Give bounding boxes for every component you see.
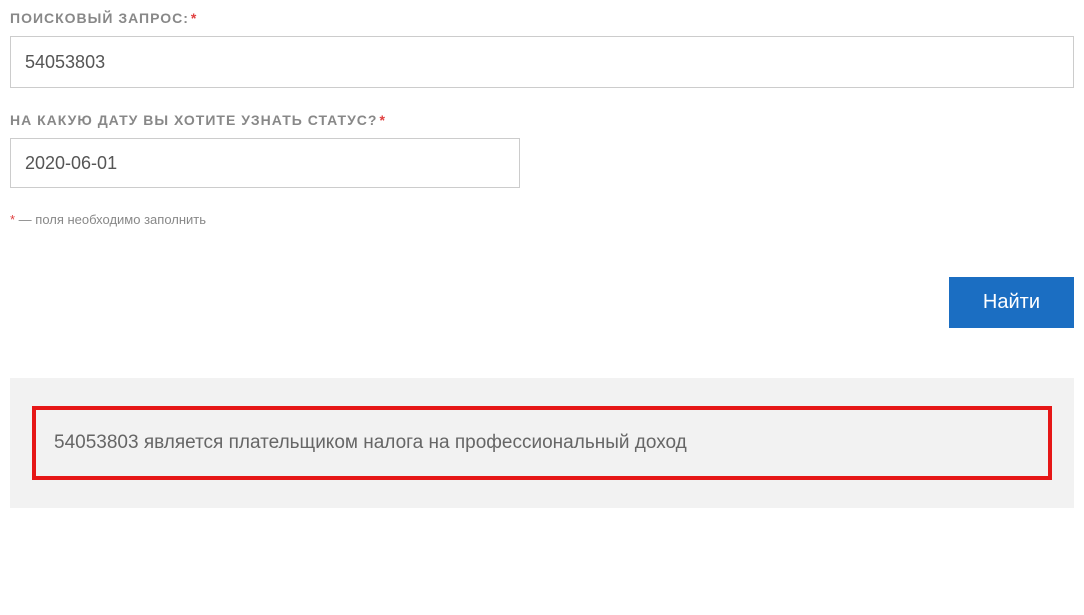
required-note: * — поля необходимо заполнить xyxy=(10,212,1074,227)
date-label-text: НА КАКУЮ ДАТУ ВЫ ХОТИТЕ УЗНАТЬ СТАТУС? xyxy=(10,112,377,128)
button-row: Найти xyxy=(10,277,1074,328)
result-highlight-box: 54053803 является плательщиком налога на… xyxy=(32,406,1052,480)
date-group: НА КАКУЮ ДАТУ ВЫ ХОТИТЕ УЗНАТЬ СТАТУС?* xyxy=(10,112,1074,188)
submit-button[interactable]: Найти xyxy=(949,277,1074,328)
date-label: НА КАКУЮ ДАТУ ВЫ ХОТИТЕ УЗНАТЬ СТАТУС?* xyxy=(10,112,1074,128)
result-container: 54053803 является плательщиком налога на… xyxy=(10,378,1074,508)
required-asterisk: * xyxy=(191,10,197,26)
search-query-label: ПОИСКОВЫЙ ЗАПРОС:* xyxy=(10,10,1074,26)
search-query-group: ПОИСКОВЫЙ ЗАПРОС:* xyxy=(10,10,1074,88)
result-text: 54053803 является плательщиком налога на… xyxy=(54,432,1030,454)
note-text: — поля необходимо заполнить xyxy=(15,212,206,227)
date-input[interactable] xyxy=(10,138,520,188)
search-query-label-text: ПОИСКОВЫЙ ЗАПРОС: xyxy=(10,10,189,26)
search-query-input[interactable] xyxy=(10,36,1074,88)
required-asterisk: * xyxy=(379,112,385,128)
